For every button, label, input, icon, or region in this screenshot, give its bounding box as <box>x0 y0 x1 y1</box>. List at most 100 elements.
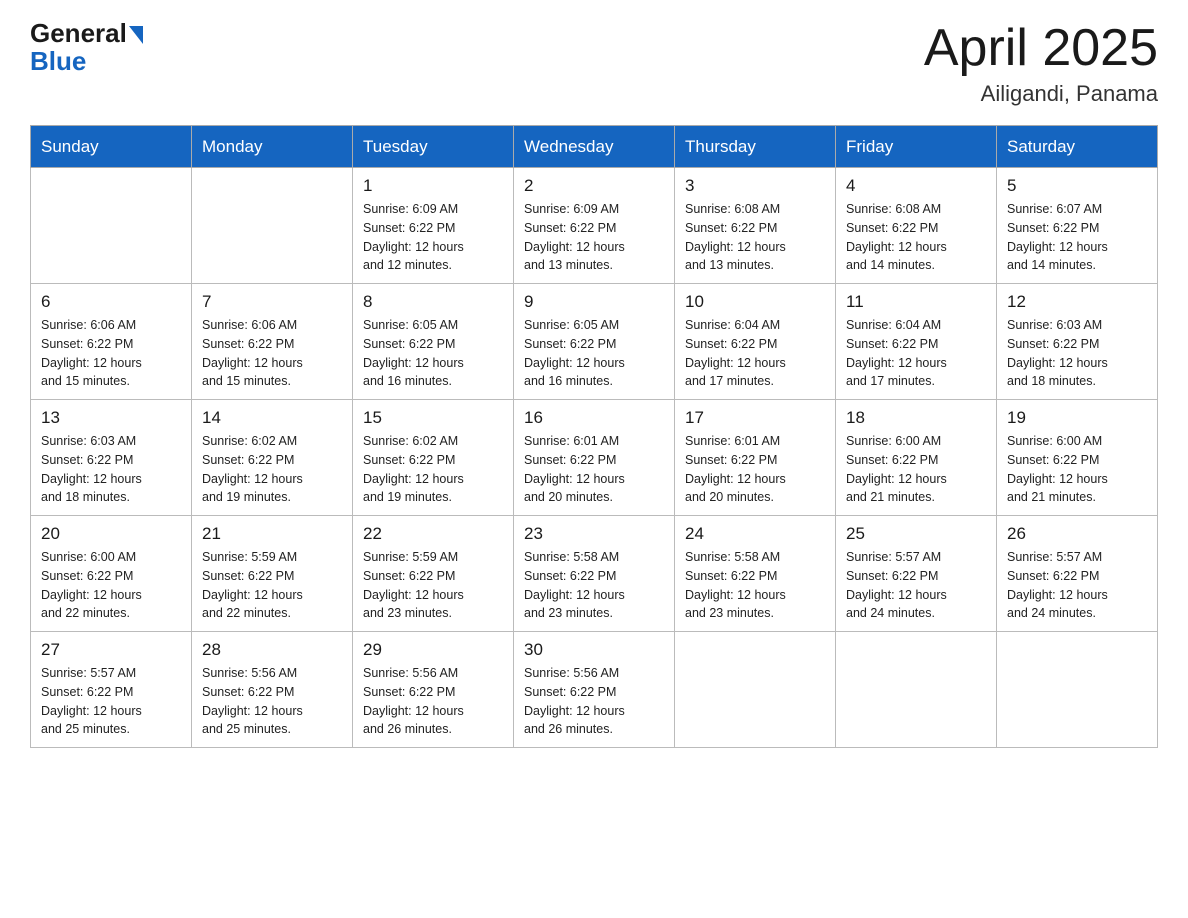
day-number: 3 <box>685 176 825 196</box>
calendar-cell: 3 Sunrise: 6:08 AM Sunset: 6:22 PM Daylig… <box>675 168 836 284</box>
calendar-cell: 22 Sunrise: 5:59 AM Sunset: 6:22 PM Dayli… <box>353 516 514 632</box>
day-number: 4 <box>846 176 986 196</box>
calendar-cell: 27 Sunrise: 5:57 AM Sunset: 6:22 PM Dayli… <box>31 632 192 748</box>
calendar-col-wednesday: Wednesday <box>514 126 675 168</box>
calendar-cell: 20Sunrise: 6:00 AM Sunset: 6:22 PM Dayli… <box>31 516 192 632</box>
calendar-col-saturday: Saturday <box>997 126 1158 168</box>
day-info: Sunrise: 6:07 AM Sunset: 6:22 PM Dayligh… <box>1007 200 1147 275</box>
day-info: Sunrise: 5:57 AM Sunset: 6:22 PM Dayligh… <box>846 548 986 623</box>
day-info: Sunrise: 6:02 AM Sunset: 6:22 PM Dayligh… <box>363 432 503 507</box>
calendar-col-tuesday: Tuesday <box>353 126 514 168</box>
calendar-cell: 11 Sunrise: 6:04 AM Sunset: 6:22 PM Dayli… <box>836 284 997 400</box>
day-number: 6 <box>41 292 181 312</box>
calendar-cell: 25 Sunrise: 5:57 AM Sunset: 6:22 PM Dayli… <box>836 516 997 632</box>
day-info: Sunrise: 6:05 AM Sunset: 6:22 PM Dayligh… <box>524 316 664 391</box>
day-number: 24 <box>685 524 825 544</box>
calendar-col-friday: Friday <box>836 126 997 168</box>
day-info: Sunrise: 5:58 AM Sunset: 6:22 PM Dayligh… <box>685 548 825 623</box>
day-number: 26 <box>1007 524 1147 544</box>
calendar-cell: 29 Sunrise: 5:56 AM Sunset: 6:22 PM Dayli… <box>353 632 514 748</box>
day-number: 15 <box>363 408 503 428</box>
day-info: Sunrise: 6:01 AM Sunset: 6:22 PM Dayligh… <box>685 432 825 507</box>
calendar-cell: 8 Sunrise: 6:05 AM Sunset: 6:22 PM Daylig… <box>353 284 514 400</box>
day-number: 21 <box>202 524 342 544</box>
calendar-cell: 16 Sunrise: 6:01 AM Sunset: 6:22 PM Dayli… <box>514 400 675 516</box>
day-number: 1 <box>363 176 503 196</box>
calendar-cell: 5 Sunrise: 6:07 AM Sunset: 6:22 PM Daylig… <box>997 168 1158 284</box>
day-info: Sunrise: 5:56 AM Sunset: 6:22 PM Dayligh… <box>524 664 664 739</box>
calendar-cell: 10 Sunrise: 6:04 AM Sunset: 6:22 PM Dayli… <box>675 284 836 400</box>
calendar-cell: 4 Sunrise: 6:08 AM Sunset: 6:22 PM Daylig… <box>836 168 997 284</box>
calendar-cell: 21 Sunrise: 5:59 AM Sunset: 6:22 PM Dayli… <box>192 516 353 632</box>
day-number: 8 <box>363 292 503 312</box>
calendar-cell: 2 Sunrise: 6:09 AM Sunset: 6:22 PM Daylig… <box>514 168 675 284</box>
day-number: 5 <box>1007 176 1147 196</box>
calendar-week-row: 27 Sunrise: 5:57 AM Sunset: 6:22 PM Dayli… <box>31 632 1158 748</box>
day-number: 27 <box>41 640 181 660</box>
calendar-cell: 12 Sunrise: 6:03 AM Sunset: 6:22 PM Dayli… <box>997 284 1158 400</box>
day-number: 23 <box>524 524 664 544</box>
calendar-col-sunday: Sunday <box>31 126 192 168</box>
day-number: 30 <box>524 640 664 660</box>
day-number: 25 <box>846 524 986 544</box>
calendar-cell <box>192 168 353 284</box>
calendar-cell: 14Sunrise: 6:02 AM Sunset: 6:22 PM Dayli… <box>192 400 353 516</box>
day-number: 18 <box>846 408 986 428</box>
calendar-header-row: SundayMondayTuesdayWednesdayThursdayFrid… <box>31 126 1158 168</box>
day-info: Sunrise: 6:08 AM Sunset: 6:22 PM Dayligh… <box>846 200 986 275</box>
day-info: Sunrise: 6:03 AM Sunset: 6:22 PM Dayligh… <box>1007 316 1147 391</box>
calendar-cell: 26 Sunrise: 5:57 AM Sunset: 6:22 PM Dayli… <box>997 516 1158 632</box>
calendar-cell: 30 Sunrise: 5:56 AM Sunset: 6:22 PM Dayli… <box>514 632 675 748</box>
calendar-cell: 9Sunrise: 6:05 AM Sunset: 6:22 PM Daylig… <box>514 284 675 400</box>
day-info: Sunrise: 6:03 AM Sunset: 6:22 PM Dayligh… <box>41 432 181 507</box>
day-info: Sunrise: 6:06 AM Sunset: 6:22 PM Dayligh… <box>202 316 342 391</box>
calendar-col-monday: Monday <box>192 126 353 168</box>
month-year-title: April 2025 <box>924 20 1158 77</box>
day-info: Sunrise: 5:56 AM Sunset: 6:22 PM Dayligh… <box>202 664 342 739</box>
day-number: 19 <box>1007 408 1147 428</box>
calendar-cell: 13 Sunrise: 6:03 AM Sunset: 6:22 PM Dayli… <box>31 400 192 516</box>
calendar-cell: 15 Sunrise: 6:02 AM Sunset: 6:22 PM Dayli… <box>353 400 514 516</box>
logo-triangle-icon <box>129 26 143 44</box>
calendar-cell: 19 Sunrise: 6:00 AM Sunset: 6:22 PM Dayli… <box>997 400 1158 516</box>
day-info: Sunrise: 6:04 AM Sunset: 6:22 PM Dayligh… <box>685 316 825 391</box>
day-info: Sunrise: 5:58 AM Sunset: 6:22 PM Dayligh… <box>524 548 664 623</box>
day-info: Sunrise: 6:06 AM Sunset: 6:22 PM Dayligh… <box>41 316 181 391</box>
day-number: 29 <box>363 640 503 660</box>
day-number: 13 <box>41 408 181 428</box>
page-header: General Blue April 2025 Ailigandi, Panam… <box>30 20 1158 107</box>
calendar-cell: 23 Sunrise: 5:58 AM Sunset: 6:22 PM Dayli… <box>514 516 675 632</box>
calendar-cell: 18Sunrise: 6:00 AM Sunset: 6:22 PM Dayli… <box>836 400 997 516</box>
day-info: Sunrise: 6:04 AM Sunset: 6:22 PM Dayligh… <box>846 316 986 391</box>
day-info: Sunrise: 6:00 AM Sunset: 6:22 PM Dayligh… <box>41 548 181 623</box>
calendar-cell: 7Sunrise: 6:06 AM Sunset: 6:22 PM Daylig… <box>192 284 353 400</box>
calendar-week-row: 6 Sunrise: 6:06 AM Sunset: 6:22 PM Daylig… <box>31 284 1158 400</box>
logo-general-text: General <box>30 20 127 46</box>
day-number: 17 <box>685 408 825 428</box>
calendar-cell <box>836 632 997 748</box>
day-info: Sunrise: 6:05 AM Sunset: 6:22 PM Dayligh… <box>363 316 503 391</box>
day-info: Sunrise: 6:02 AM Sunset: 6:22 PM Dayligh… <box>202 432 342 507</box>
day-info: Sunrise: 5:59 AM Sunset: 6:22 PM Dayligh… <box>202 548 342 623</box>
calendar-cell <box>31 168 192 284</box>
day-number: 16 <box>524 408 664 428</box>
day-info: Sunrise: 6:09 AM Sunset: 6:22 PM Dayligh… <box>524 200 664 275</box>
day-info: Sunrise: 6:01 AM Sunset: 6:22 PM Dayligh… <box>524 432 664 507</box>
calendar-week-row: 20Sunrise: 6:00 AM Sunset: 6:22 PM Dayli… <box>31 516 1158 632</box>
day-number: 22 <box>363 524 503 544</box>
calendar-cell: 24 Sunrise: 5:58 AM Sunset: 6:22 PM Dayli… <box>675 516 836 632</box>
calendar-cell <box>675 632 836 748</box>
day-info: Sunrise: 5:57 AM Sunset: 6:22 PM Dayligh… <box>41 664 181 739</box>
calendar-cell: 17 Sunrise: 6:01 AM Sunset: 6:22 PM Dayli… <box>675 400 836 516</box>
day-number: 2 <box>524 176 664 196</box>
day-info: Sunrise: 5:59 AM Sunset: 6:22 PM Dayligh… <box>363 548 503 623</box>
day-number: 10 <box>685 292 825 312</box>
day-number: 12 <box>1007 292 1147 312</box>
calendar-week-row: 13 Sunrise: 6:03 AM Sunset: 6:22 PM Dayli… <box>31 400 1158 516</box>
day-number: 11 <box>846 292 986 312</box>
logo-blue-text: Blue <box>30 46 143 77</box>
day-info: Sunrise: 5:57 AM Sunset: 6:22 PM Dayligh… <box>1007 548 1147 623</box>
day-info: Sunrise: 6:00 AM Sunset: 6:22 PM Dayligh… <box>1007 432 1147 507</box>
day-info: Sunrise: 5:56 AM Sunset: 6:22 PM Dayligh… <box>363 664 503 739</box>
day-info: Sunrise: 6:08 AM Sunset: 6:22 PM Dayligh… <box>685 200 825 275</box>
